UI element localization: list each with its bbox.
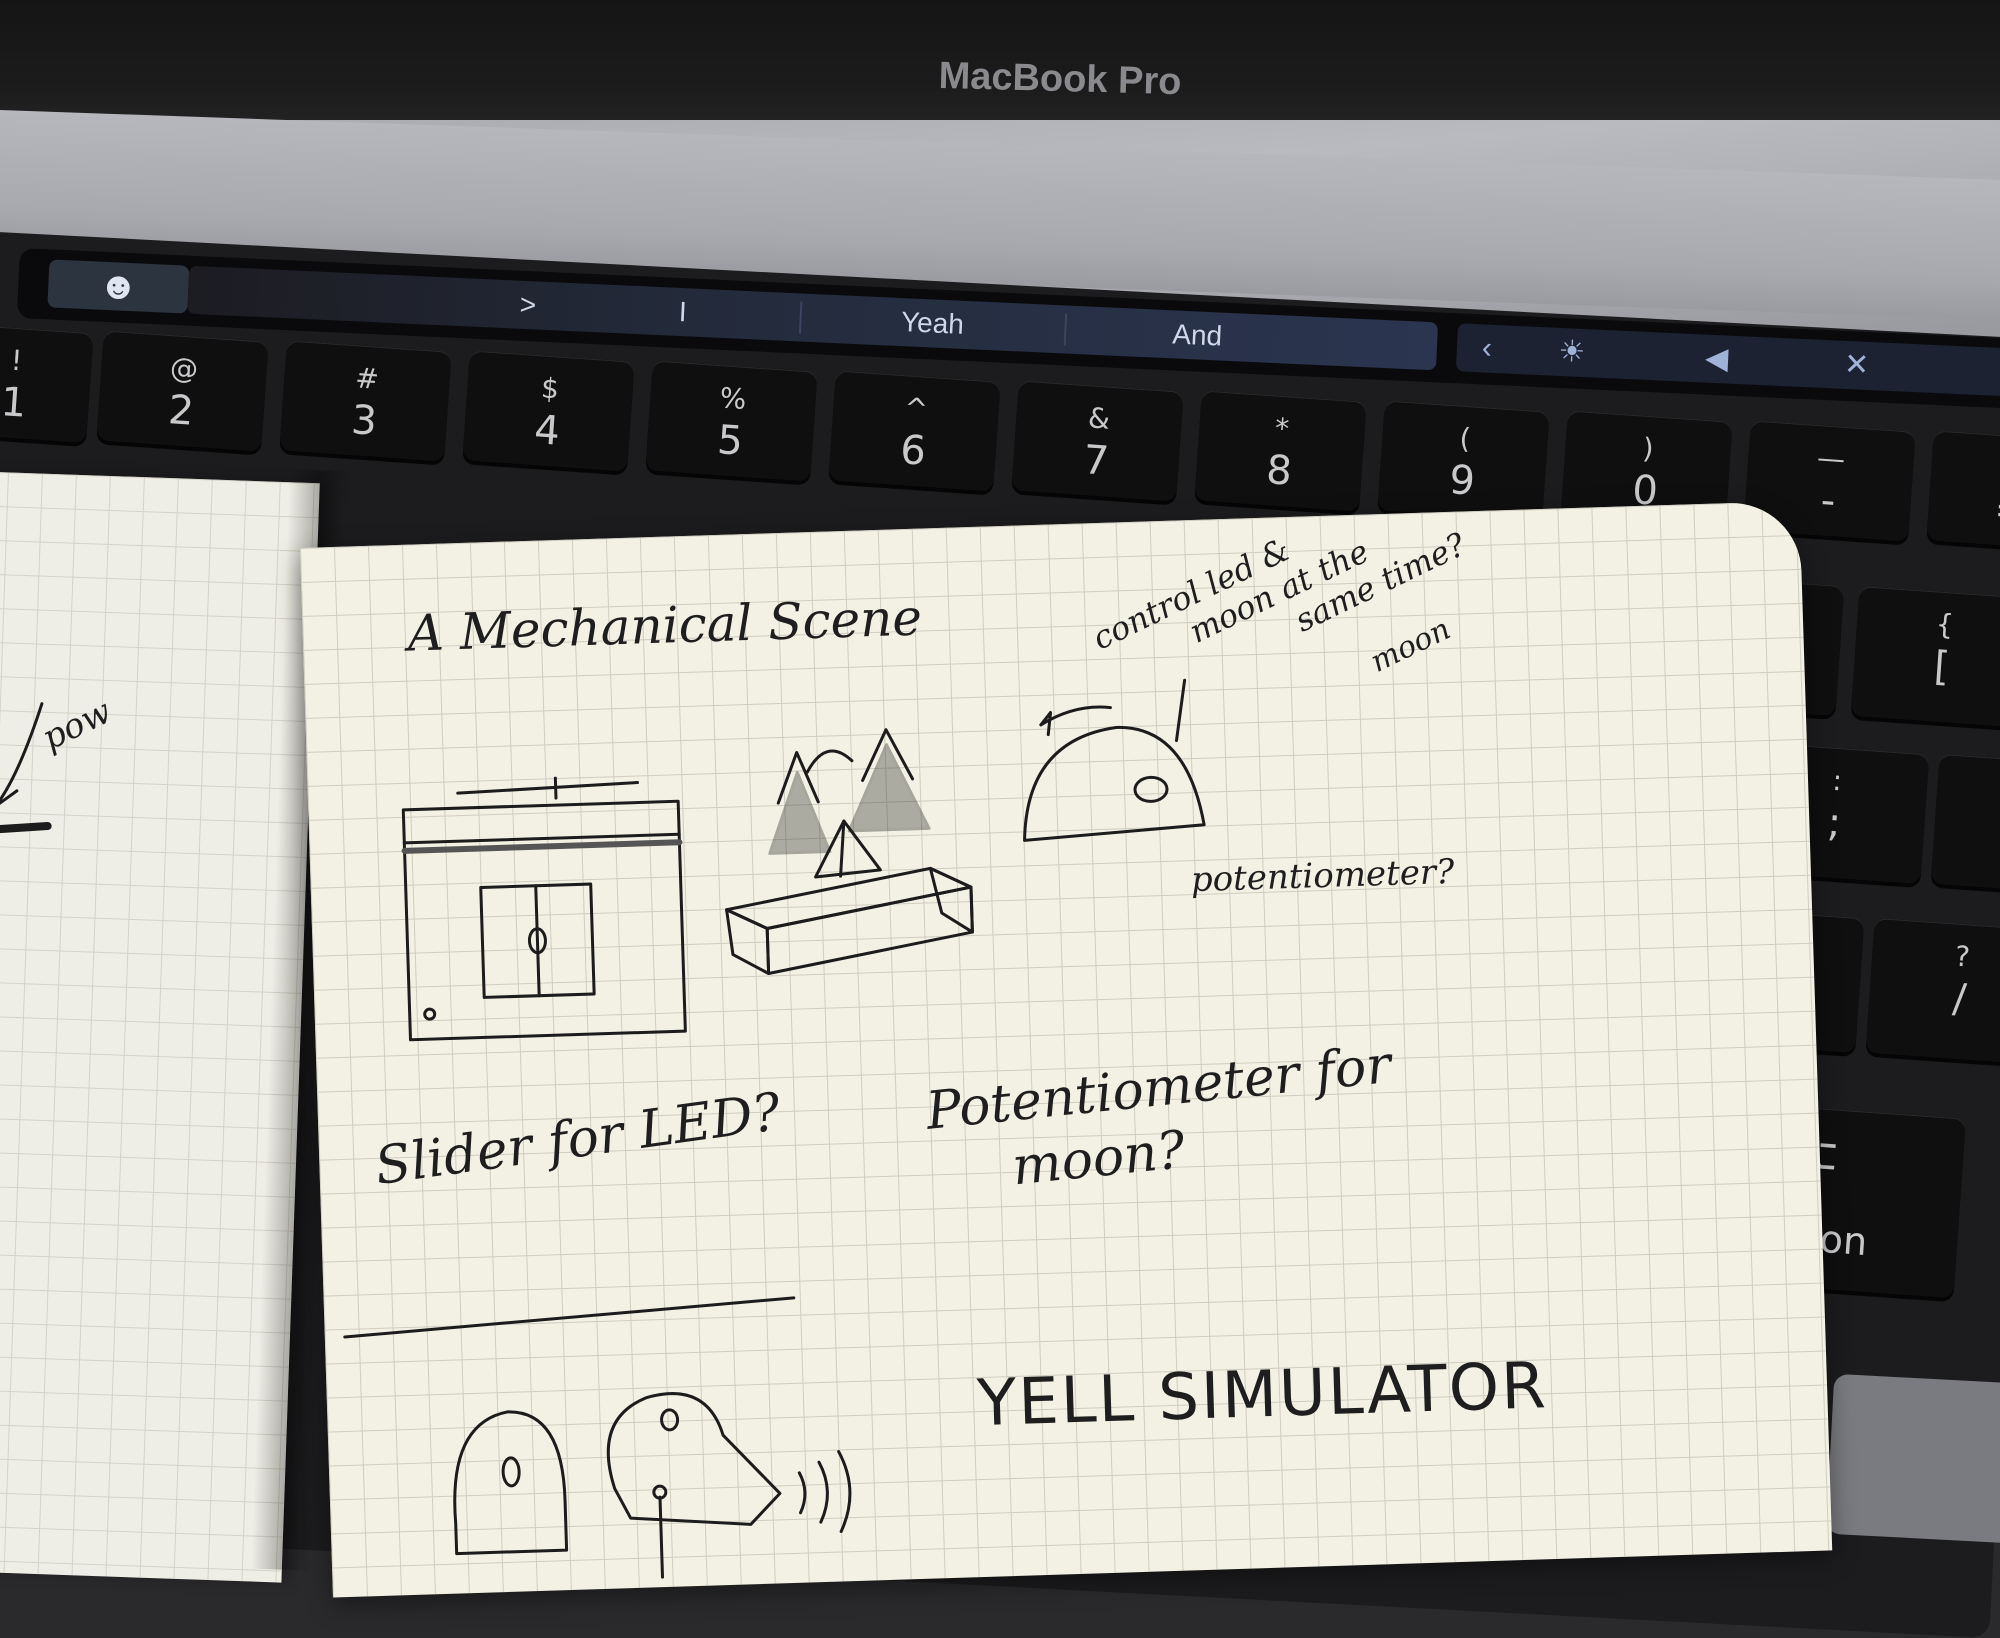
suggestion-2[interactable]: Yeah (802, 294, 1064, 354)
brand-label: MacBook Pro (938, 54, 1182, 104)
key-5[interactable]: % 5 (645, 360, 818, 482)
key-slash[interactable]: ? / (1865, 917, 2000, 1066)
key-equals[interactable]: += (1926, 430, 2000, 552)
key-1[interactable]: ! 1 (0, 322, 94, 444)
emoji-button[interactable]: ☻ (47, 259, 190, 314)
screen-bezel: MacBook Pro (0, 0, 2000, 120)
yell-heads-sketch (453, 1392, 852, 1579)
key-quote[interactable] (1930, 753, 2000, 897)
key-2[interactable]: @2 (96, 330, 269, 452)
volume-icon[interactable]: ◀ (1686, 334, 1748, 385)
suggestion-3[interactable]: And (1066, 306, 1328, 366)
control-strip: ‹ ☀ ◀ ✕ (1455, 323, 2000, 397)
moon-dome-sketch (1023, 678, 1206, 842)
suggestion-1[interactable]: I (567, 283, 799, 341)
key-6[interactable]: ^ 6 (828, 370, 1001, 492)
section-divider (343, 1296, 796, 1339)
chevron-left-icon[interactable]: ‹ (1456, 323, 1518, 374)
key-7[interactable]: & 7 (1011, 380, 1184, 502)
suggestion-expand[interactable]: > (487, 279, 569, 331)
key-9[interactable]: (9 (1377, 400, 1550, 522)
tent-scene-sketch (725, 728, 974, 975)
smiley-emoji-icon: ☻ (97, 264, 140, 309)
notebook-right-page: A Mechanical Scene control led & moon at… (300, 500, 1833, 1598)
page-sketches (343, 678, 1206, 1579)
key-bracket[interactable]: {[ (1850, 586, 2000, 728)
mute-icon[interactable]: ✕ (1826, 340, 1888, 391)
brightness-icon[interactable]: ☀ (1541, 327, 1603, 378)
slider-box-sketch (401, 776, 687, 1042)
key-8[interactable]: * 8 (1194, 390, 1367, 512)
key-4[interactable]: $4 (462, 350, 635, 472)
key-3[interactable]: #3 (279, 340, 452, 462)
trackpad[interactable] (1825, 1373, 2000, 1547)
